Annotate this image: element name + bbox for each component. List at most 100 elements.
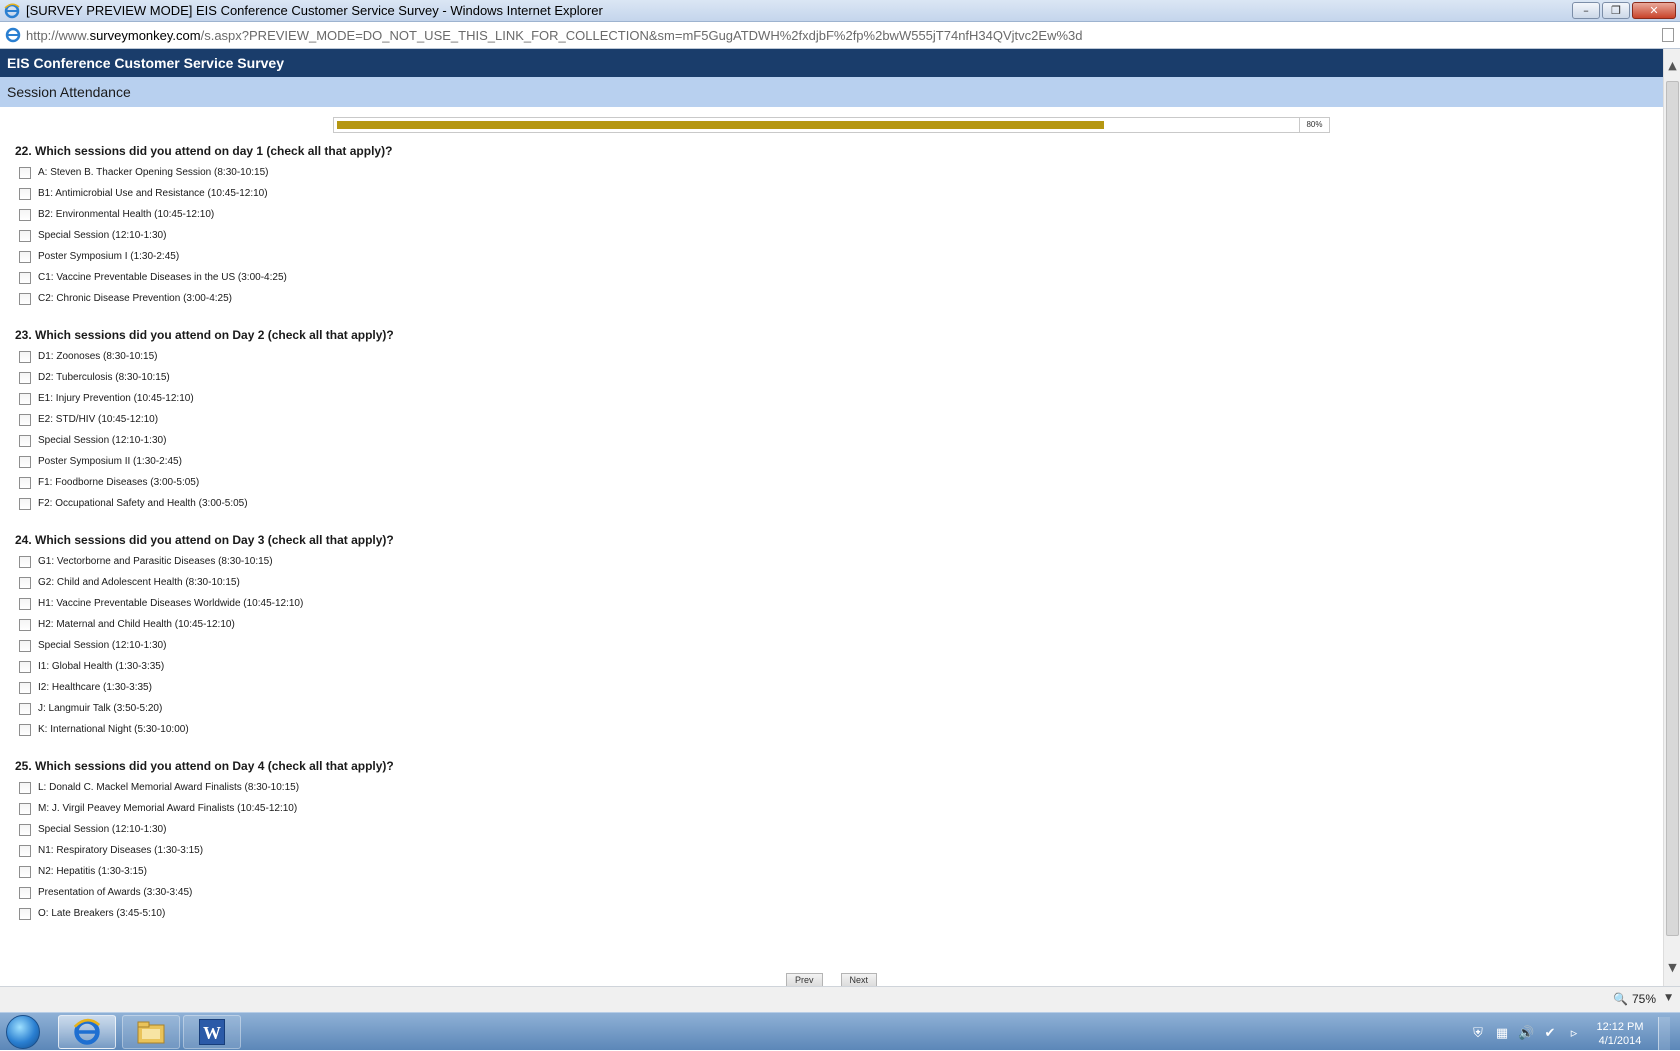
option-label[interactable]: J: Langmuir Talk (3:50-5:20) <box>38 703 162 714</box>
vertical-scrollbar[interactable]: ▲ ▼ <box>1663 49 1680 986</box>
checkbox-option[interactable]: Special Session (12:10-1:30) <box>19 819 1663 840</box>
checkbox[interactable] <box>19 681 31 694</box>
checkbox[interactable] <box>19 166 31 179</box>
option-label[interactable]: N1: Respiratory Diseases (1:30-3:15) <box>38 845 203 856</box>
checkbox-option[interactable]: Special Session (12:10-1:30) <box>19 635 1663 656</box>
checkbox[interactable] <box>19 886 31 899</box>
checkbox-option[interactable]: Special Session (12:10-1:30) <box>19 225 1663 246</box>
checkbox[interactable] <box>19 907 31 920</box>
option-label[interactable]: Presentation of Awards (3:30-3:45) <box>38 887 192 898</box>
checkbox-option[interactable]: B1: Antimicrobial Use and Resistance (10… <box>19 183 1663 204</box>
option-label[interactable]: C1: Vaccine Preventable Diseases in the … <box>38 272 287 283</box>
checkbox-option[interactable]: D1: Zoonoses (8:30-10:15) <box>19 346 1663 367</box>
checkbox[interactable] <box>19 597 31 610</box>
checkbox[interactable] <box>19 723 31 736</box>
show-desktop-button[interactable] <box>1658 1017 1670 1051</box>
option-label[interactable]: O: Late Breakers (3:45-5:10) <box>38 908 165 919</box>
checkbox-option[interactable]: B2: Environmental Health (10:45-12:10) <box>19 204 1663 225</box>
checkbox[interactable] <box>19 823 31 836</box>
checkbox[interactable] <box>19 455 31 468</box>
option-label[interactable]: K: International Night (5:30-10:00) <box>38 724 189 735</box>
option-label[interactable]: Special Session (12:10-1:30) <box>38 824 166 835</box>
checkbox[interactable] <box>19 271 31 284</box>
checkbox-option[interactable]: G1: Vectorborne and Parasitic Diseases (… <box>19 551 1663 572</box>
checkbox[interactable] <box>19 865 31 878</box>
option-label[interactable]: C2: Chronic Disease Prevention (3:00-4:2… <box>38 293 232 304</box>
option-label[interactable]: M: J. Virgil Peavey Memorial Award Final… <box>38 803 297 814</box>
checkbox[interactable] <box>19 208 31 221</box>
address-bar[interactable]: http://www.surveymonkey.com/s.aspx?PREVI… <box>0 22 1680 49</box>
shield-icon[interactable]: ⛨ <box>1470 1026 1486 1042</box>
checkbox-option[interactable]: K: International Night (5:30-10:00) <box>19 719 1663 740</box>
checkbox-option[interactable]: J: Langmuir Talk (3:50-5:20) <box>19 698 1663 719</box>
taskbar-internet-explorer[interactable] <box>58 1015 116 1049</box>
checkbox[interactable] <box>19 844 31 857</box>
network-icon[interactable]: ▦ <box>1494 1026 1510 1042</box>
checkbox-option[interactable]: Presentation of Awards (3:30-3:45) <box>19 882 1663 903</box>
taskbar-file-explorer[interactable] <box>122 1015 180 1049</box>
checkbox-option[interactable]: I2: Healthcare (1:30-3:35) <box>19 677 1663 698</box>
checkbox[interactable] <box>19 660 31 673</box>
checkbox[interactable] <box>19 497 31 510</box>
option-label[interactable]: Poster Symposium I (1:30-2:45) <box>38 251 179 262</box>
checkbox[interactable] <box>19 618 31 631</box>
zoom-dropdown-icon[interactable]: ▼ <box>1665 993 1672 1003</box>
option-label[interactable]: H2: Maternal and Child Health (10:45-12:… <box>38 619 235 630</box>
checkbox-option[interactable]: L: Donald C. Mackel Memorial Award Final… <box>19 777 1663 798</box>
system-clock[interactable]: 12:12 PM 4/1/2014 <box>1590 1020 1650 1048</box>
compatibility-view-icon[interactable] <box>1662 28 1674 42</box>
url-text[interactable]: http://www.surveymonkey.com/s.aspx?PREVI… <box>26 28 1082 43</box>
checkbox-option[interactable]: D2: Tuberculosis (8:30-10:15) <box>19 367 1663 388</box>
checkbox-option[interactable]: Poster Symposium I (1:30-2:45) <box>19 246 1663 267</box>
checkbox-option[interactable]: E2: STD/HIV (10:45-12:10) <box>19 409 1663 430</box>
volume-icon[interactable]: 🔊 <box>1518 1026 1534 1042</box>
option-label[interactable]: Special Session (12:10-1:30) <box>38 435 166 446</box>
checkbox-option[interactable]: F2: Occupational Safety and Health (3:00… <box>19 493 1663 514</box>
checkbox[interactable] <box>19 187 31 200</box>
checkbox[interactable] <box>19 250 31 263</box>
checkbox[interactable] <box>19 555 31 568</box>
checkbox-option[interactable]: N1: Respiratory Diseases (1:30-3:15) <box>19 840 1663 861</box>
checkbox-option[interactable]: H1: Vaccine Preventable Diseases Worldwi… <box>19 593 1663 614</box>
checkbox[interactable] <box>19 413 31 426</box>
option-label[interactable]: I1: Global Health (1:30-3:35) <box>38 661 164 672</box>
checkbox[interactable] <box>19 392 31 405</box>
option-label[interactable]: F2: Occupational Safety and Health (3:00… <box>38 498 248 509</box>
checkbox[interactable] <box>19 229 31 242</box>
option-label[interactable]: D2: Tuberculosis (8:30-10:15) <box>38 372 170 383</box>
close-button[interactable]: ✕ <box>1632 2 1676 19</box>
scroll-up-icon[interactable]: ▲ <box>1664 57 1680 74</box>
option-label[interactable]: B1: Antimicrobial Use and Resistance (10… <box>38 188 268 199</box>
show-hidden-icons-icon[interactable]: ▹ <box>1566 1026 1582 1042</box>
checkbox-option[interactable]: F1: Foodborne Diseases (3:00-5:05) <box>19 472 1663 493</box>
checkbox-option[interactable]: E1: Injury Prevention (10:45-12:10) <box>19 388 1663 409</box>
checkbox[interactable] <box>19 781 31 794</box>
option-label[interactable]: B2: Environmental Health (10:45-12:10) <box>38 209 214 220</box>
restore-button[interactable]: ❐ <box>1602 2 1630 19</box>
checkbox[interactable] <box>19 434 31 447</box>
checkbox-option[interactable]: G2: Child and Adolescent Health (8:30-10… <box>19 572 1663 593</box>
option-label[interactable]: N2: Hepatitis (1:30-3:15) <box>38 866 147 877</box>
option-label[interactable]: F1: Foodborne Diseases (3:00-5:05) <box>38 477 199 488</box>
checkbox-option[interactable]: M: J. Virgil Peavey Memorial Award Final… <box>19 798 1663 819</box>
option-label[interactable]: L: Donald C. Mackel Memorial Award Final… <box>38 782 299 793</box>
checkbox-option[interactable]: I1: Global Health (1:30-3:35) <box>19 656 1663 677</box>
option-label[interactable]: Special Session (12:10-1:30) <box>38 230 166 241</box>
checkbox[interactable] <box>19 292 31 305</box>
option-label[interactable]: G1: Vectorborne and Parasitic Diseases (… <box>38 556 273 567</box>
taskbar-word[interactable]: W <box>183 1015 241 1049</box>
option-label[interactable]: H1: Vaccine Preventable Diseases Worldwi… <box>38 598 303 609</box>
checkbox[interactable] <box>19 639 31 652</box>
checkbox-option[interactable]: A: Steven B. Thacker Opening Session (8:… <box>19 162 1663 183</box>
checkbox[interactable] <box>19 576 31 589</box>
option-label[interactable]: Poster Symposium II (1:30-2:45) <box>38 456 182 467</box>
checkbox-option[interactable]: Special Session (12:10-1:30) <box>19 430 1663 451</box>
checkbox-option[interactable]: C1: Vaccine Preventable Diseases in the … <box>19 267 1663 288</box>
option-label[interactable]: E1: Injury Prevention (10:45-12:10) <box>38 393 194 404</box>
checkbox-option[interactable]: H2: Maternal and Child Health (10:45-12:… <box>19 614 1663 635</box>
checkbox[interactable] <box>19 802 31 815</box>
option-label[interactable]: A: Steven B. Thacker Opening Session (8:… <box>38 167 269 178</box>
option-label[interactable]: G2: Child and Adolescent Health (8:30-10… <box>38 577 240 588</box>
zoom-control[interactable]: 🔍 75% <box>1613 992 1656 1006</box>
option-label[interactable]: E2: STD/HIV (10:45-12:10) <box>38 414 158 425</box>
